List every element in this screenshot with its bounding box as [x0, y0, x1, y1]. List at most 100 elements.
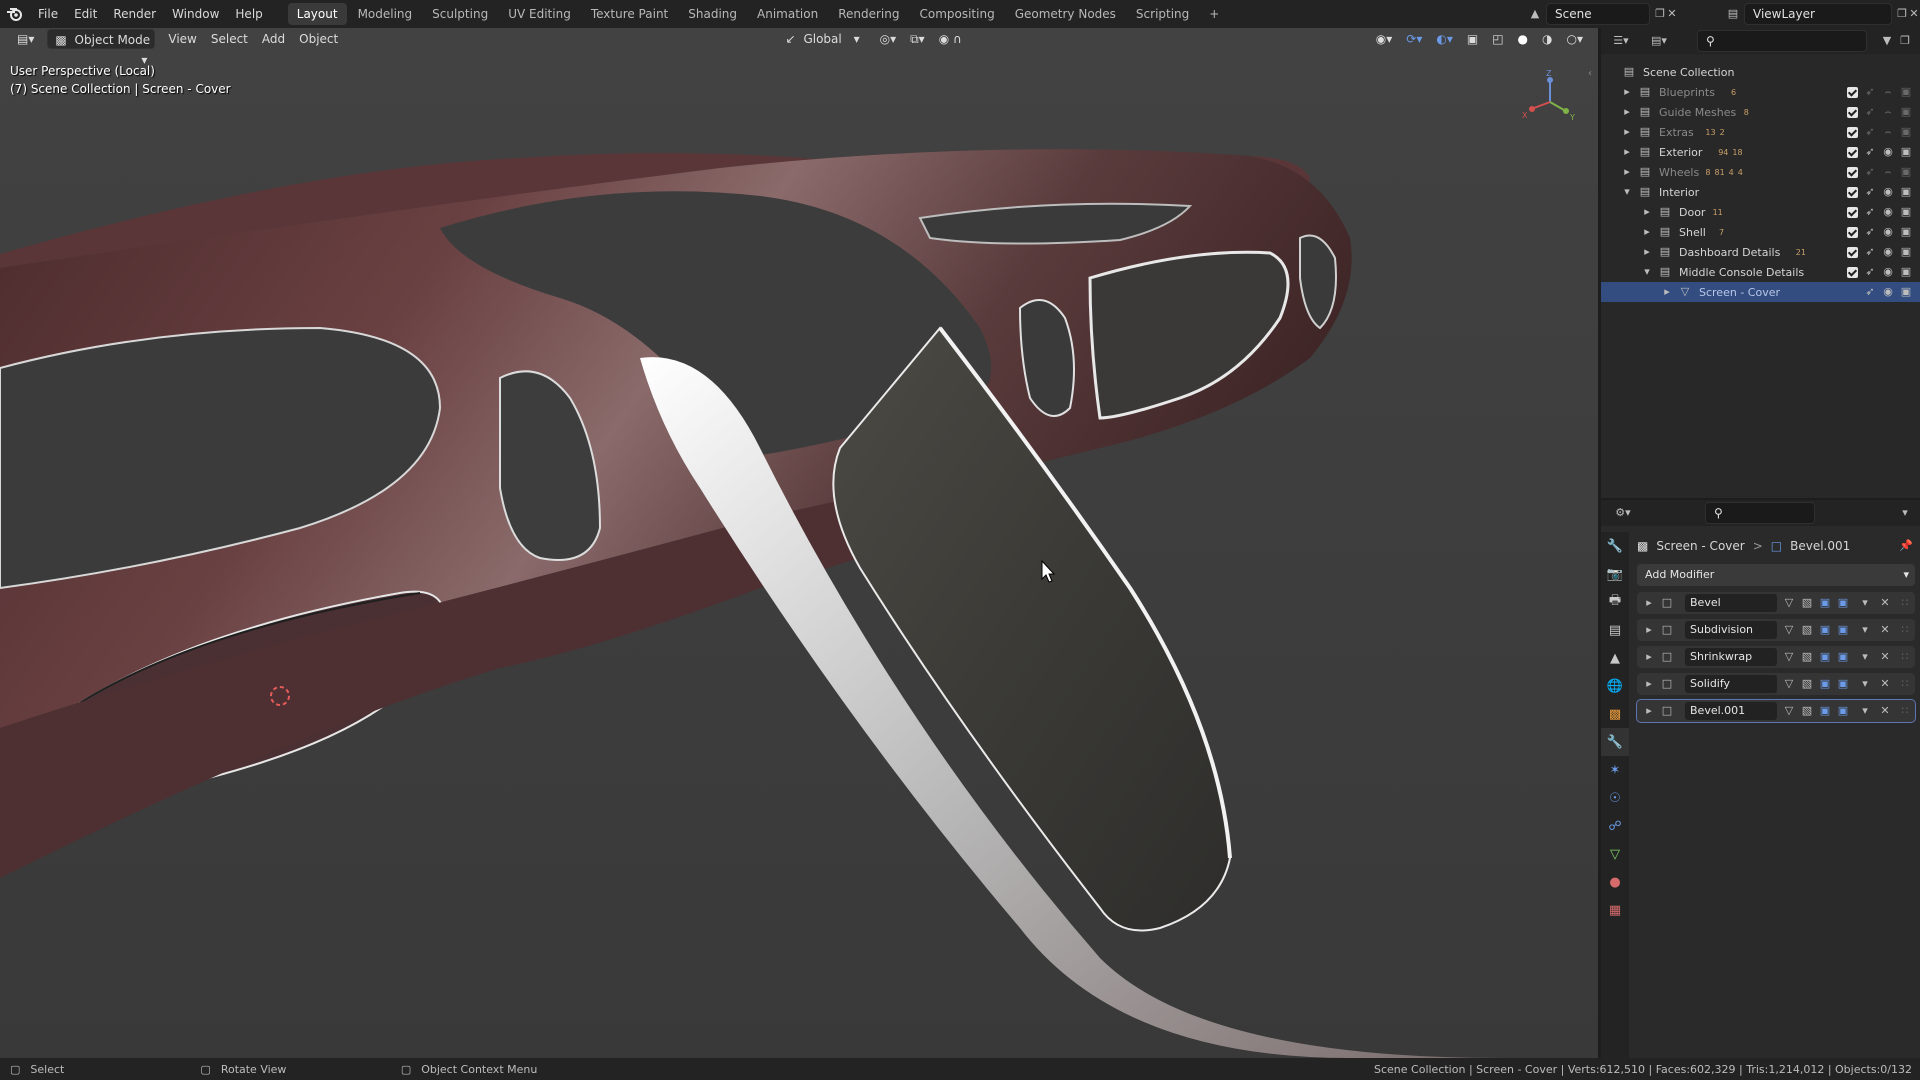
properties-editor-type-icon[interactable]: ⚙▾ — [1611, 507, 1635, 519]
close-icon[interactable]: ✕ — [1879, 624, 1891, 636]
collapse-arrow-icon[interactable]: ▾ — [1641, 266, 1653, 278]
3d-viewport[interactable]: Z Y X ‹ — [0, 28, 1598, 1058]
exclude-checkbox[interactable] — [1847, 266, 1858, 278]
mode-dropdown[interactable]: ▩ Object Mode ▾ — [47, 29, 156, 67]
realtime-display-icon[interactable]: ▣ — [1819, 624, 1831, 636]
outliner-editor-type-icon[interactable]: ☰▾ — [1609, 35, 1633, 47]
modifier-row[interactable]: ▸ □ Solidify ▽ ▧ ▣ ▣ ▾ ✕ ∷ — [1637, 673, 1915, 695]
modifier-row[interactable]: ▸ □ Subdivision ▽ ▧ ▣ ▣ ▾ ✕ ∷ — [1637, 619, 1915, 641]
exclude-checkbox[interactable] — [1847, 106, 1858, 118]
scene-field[interactable]: Scene — [1546, 3, 1650, 25]
expand-arrow-icon[interactable]: ▸ — [1621, 146, 1633, 158]
selectable-icon[interactable]: ➶ — [1864, 286, 1876, 298]
modifier-name-field[interactable]: Bevel — [1685, 594, 1777, 612]
physics-tab-icon[interactable]: ☉ — [1601, 784, 1629, 812]
constraints-tab-icon[interactable]: ☍ — [1601, 812, 1629, 840]
edit-mode-icon[interactable]: ▧ — [1801, 597, 1813, 609]
drag-handle-icon[interactable]: ∷ — [1899, 624, 1911, 636]
selectable-icon[interactable]: ➶ — [1864, 146, 1876, 158]
camera-icon[interactable]: ▣ — [1900, 186, 1912, 198]
render-icon[interactable]: ▣ — [1837, 651, 1849, 663]
menu-edit[interactable]: Edit — [66, 0, 105, 28]
menu-render[interactable]: Render — [105, 0, 164, 28]
eye-icon[interactable]: ◉ — [1882, 286, 1894, 298]
expand-arrow-icon[interactable]: ▸ — [1643, 624, 1655, 636]
exclude-checkbox[interactable] — [1847, 126, 1858, 138]
expand-arrow-icon[interactable]: ▸ — [1621, 86, 1633, 98]
expand-arrow-icon[interactable]: ▸ — [1643, 597, 1655, 609]
view-layer-icon[interactable]: ▤ — [1722, 8, 1744, 20]
outliner-row[interactable]: ▸ ▤ Door 11 ➶ ◉ ▣ — [1601, 202, 1920, 222]
chevron-down-icon[interactable]: ▾ — [1899, 507, 1911, 519]
visibility-icon[interactable]: ◉▾ — [1369, 29, 1400, 49]
exclude-checkbox[interactable] — [1847, 246, 1858, 258]
menu-select[interactable]: Select — [204, 29, 255, 49]
chevron-down-icon[interactable]: ▾ — [1859, 597, 1871, 609]
on-cage-icon[interactable]: ▽ — [1783, 651, 1795, 663]
on-cage-icon[interactable]: ▽ — [1783, 678, 1795, 690]
chevron-down-icon[interactable]: ▾ — [1859, 624, 1871, 636]
close-icon[interactable]: ✕ — [1879, 651, 1891, 663]
edit-mode-icon[interactable]: ▧ — [1801, 651, 1813, 663]
tab-rendering[interactable]: Rendering — [829, 3, 908, 25]
realtime-display-icon[interactable]: ▣ — [1819, 705, 1831, 717]
chevron-down-icon[interactable]: ▾ — [1859, 678, 1871, 690]
camera-icon[interactable]: ▣ — [1900, 206, 1912, 218]
outliner-row[interactable]: ▾ ▤ Middle Console Details ➶ ◉ ▣ — [1601, 262, 1920, 282]
view-layer-tab-icon[interactable]: ▤ — [1601, 616, 1629, 644]
on-cage-icon[interactable]: ▽ — [1783, 624, 1795, 636]
edit-mode-icon[interactable]: ▧ — [1801, 705, 1813, 717]
proportional-edit-icon[interactable]: ◉ ∩ — [932, 29, 969, 49]
tab-scripting[interactable]: Scripting — [1127, 3, 1198, 25]
menu-file[interactable]: File — [30, 0, 66, 28]
render-icon[interactable]: ▣ — [1837, 678, 1849, 690]
pivot-point-icon[interactable]: ◎▾ — [873, 29, 904, 49]
scene-collection-row[interactable]: ▤ Scene Collection — [1601, 62, 1920, 82]
expand-arrow-icon[interactable]: ▸ — [1621, 126, 1633, 138]
modifier-name-field[interactable]: Bevel.001 — [1685, 702, 1777, 720]
navigation-gizmo[interactable]: Z Y X — [1520, 68, 1580, 128]
render-icon[interactable]: ▣ — [1837, 597, 1849, 609]
modifier-name-field[interactable]: Shrinkwrap — [1685, 648, 1777, 666]
close-icon[interactable]: ✕ — [1879, 597, 1891, 609]
exclude-checkbox[interactable] — [1847, 206, 1858, 218]
expand-arrow-icon[interactable]: ▸ — [1641, 246, 1653, 258]
rendered-shading-icon[interactable]: ○▾ — [1560, 29, 1591, 49]
eye-icon[interactable]: ◉ — [1882, 186, 1894, 198]
camera-icon[interactable]: ▣ — [1900, 266, 1912, 278]
data-tab-icon[interactable]: ▽ — [1601, 840, 1629, 868]
outliner-row[interactable]: ▸ ▤ Dashboard Details 21 ➶ ◉ ▣ — [1601, 242, 1920, 262]
realtime-display-icon[interactable]: ▣ — [1819, 678, 1831, 690]
outliner-row[interactable]: ▸ ▤ Exterior 94 18 ➶ ◉ ▣ — [1601, 142, 1920, 162]
drag-handle-icon[interactable]: ∷ — [1899, 678, 1911, 690]
camera-icon[interactable]: ▣ — [1900, 86, 1912, 98]
on-cage-icon[interactable]: ▽ — [1783, 597, 1795, 609]
tab-texture-paint[interactable]: Texture Paint — [582, 3, 677, 25]
expand-arrow-icon[interactable]: ▸ — [1643, 678, 1655, 690]
view-layer-field[interactable]: ViewLayer — [1744, 3, 1892, 25]
snap-icon[interactable]: ⧉▾ — [903, 29, 932, 49]
collapse-sidebar-icon[interactable]: ‹ — [1588, 68, 1592, 79]
camera-icon[interactable]: ▣ — [1900, 166, 1912, 178]
exclude-checkbox[interactable] — [1847, 166, 1858, 178]
modifier-name-field[interactable]: Subdivision — [1685, 621, 1777, 639]
scene-tab-icon[interactable]: ▲ — [1601, 644, 1629, 672]
menu-window[interactable]: Window — [164, 0, 227, 28]
overlays-icon[interactable]: ◐▾ — [1429, 29, 1460, 49]
close-icon[interactable]: ✕ — [1879, 678, 1891, 690]
selectable-icon[interactable]: ➶ — [1864, 226, 1876, 238]
expand-arrow-icon[interactable]: ▸ — [1621, 106, 1633, 118]
render-tab-icon[interactable]: 📷 — [1601, 560, 1629, 588]
drag-handle-icon[interactable]: ∷ — [1899, 705, 1911, 717]
add-workspace-button[interactable]: + — [1200, 3, 1228, 25]
eye-icon[interactable]: ◉ — [1882, 266, 1894, 278]
tab-geometry-nodes[interactable]: Geometry Nodes — [1006, 3, 1125, 25]
material-tab-icon[interactable]: ● — [1601, 868, 1629, 896]
display-mode-icon[interactable]: ▤▾ — [1647, 35, 1671, 47]
world-tab-icon[interactable]: 🌐 — [1601, 672, 1629, 700]
menu-view[interactable]: View — [161, 29, 203, 49]
edit-mode-icon[interactable]: ▧ — [1801, 678, 1813, 690]
drag-handle-icon[interactable]: ∷ — [1899, 651, 1911, 663]
render-icon[interactable]: ▣ — [1837, 624, 1849, 636]
selectable-icon[interactable]: ➶ — [1864, 246, 1876, 258]
